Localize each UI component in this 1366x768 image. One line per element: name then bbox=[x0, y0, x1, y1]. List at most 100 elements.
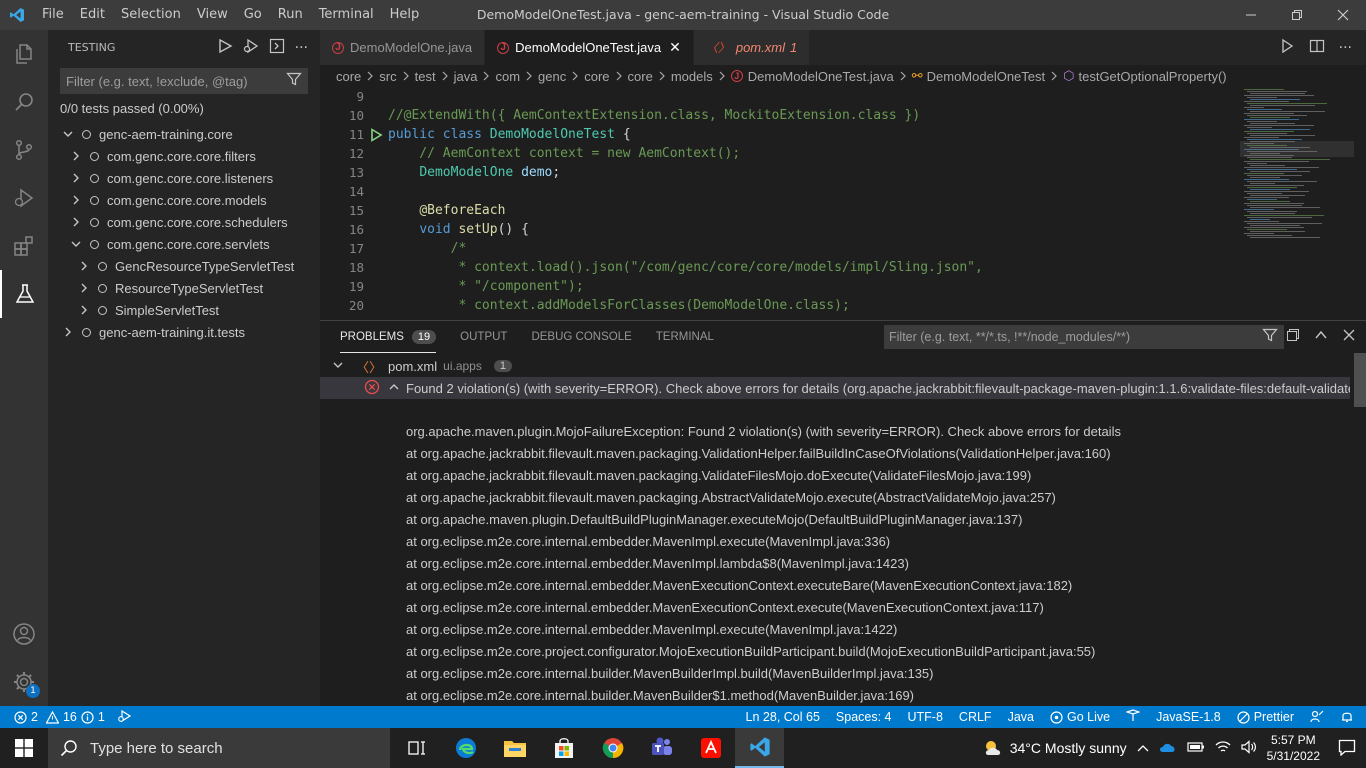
test-filter-input[interactable] bbox=[66, 73, 286, 89]
menu-item-view[interactable]: View bbox=[189, 0, 236, 30]
microsoft-store-icon[interactable] bbox=[539, 728, 588, 768]
panel-scrollbar[interactable] bbox=[1354, 353, 1366, 407]
filter-funnel-icon[interactable] bbox=[286, 71, 302, 91]
code-line[interactable]: 12 // AemContext context = new AemContex… bbox=[320, 144, 1240, 163]
code-line[interactable]: 15 @BeforeEach bbox=[320, 201, 1240, 220]
collapse-all-icon[interactable] bbox=[1286, 328, 1300, 346]
explorer-icon[interactable] bbox=[0, 30, 48, 78]
wifi-icon[interactable] bbox=[1215, 740, 1231, 757]
acrobat-icon[interactable] bbox=[686, 728, 735, 768]
more-actions-icon[interactable]: ··· bbox=[295, 40, 308, 56]
chevron-right-icon[interactable] bbox=[68, 172, 84, 184]
test-tree-item[interactable]: genc-aem-training.it.tests bbox=[48, 321, 320, 343]
test-tree-item[interactable]: com.genc.core.core.schedulers bbox=[48, 211, 320, 233]
code-line[interactable]: 9 bbox=[320, 87, 1240, 106]
editor-more-icon[interactable]: ··· bbox=[1339, 40, 1352, 56]
prettier-button[interactable]: Prettier bbox=[1237, 710, 1294, 724]
run-test-icon[interactable] bbox=[364, 127, 388, 142]
menu-item-selection[interactable]: Selection bbox=[113, 0, 189, 30]
breadcrumb-item[interactable]: core bbox=[628, 69, 653, 84]
breadcrumb-item[interactable]: genc bbox=[538, 69, 566, 84]
chevron-down-icon[interactable] bbox=[68, 238, 84, 250]
taskbar-search[interactable]: Type here to search bbox=[48, 728, 390, 768]
testing-icon[interactable] bbox=[0, 270, 48, 318]
debug-status-icon[interactable] bbox=[117, 709, 131, 726]
indentation[interactable]: Spaces: 4 bbox=[836, 710, 892, 724]
test-tree-item[interactable]: com.genc.core.core.servlets bbox=[48, 233, 320, 255]
minimap[interactable] bbox=[1240, 87, 1354, 316]
chevron-right-icon[interactable] bbox=[76, 260, 92, 272]
maximize-panel-icon[interactable] bbox=[1314, 328, 1328, 346]
line-endings[interactable]: CRLF bbox=[959, 710, 992, 724]
test-tree-item[interactable]: com.genc.core.core.filters bbox=[48, 145, 320, 167]
run-java-icon[interactable] bbox=[1279, 38, 1295, 58]
breadcrumb-item[interactable]: testGetOptionalProperty() bbox=[1078, 69, 1226, 84]
run-all-tests-icon[interactable] bbox=[217, 38, 233, 57]
minimize-button[interactable] bbox=[1228, 0, 1274, 30]
close-tab-icon[interactable]: ✕ bbox=[669, 39, 681, 56]
breadcrumb-item[interactable]: com bbox=[495, 69, 520, 84]
code-line[interactable]: 14 bbox=[320, 182, 1240, 201]
code-line[interactable]: 17 /* bbox=[320, 239, 1240, 258]
breadcrumb-item[interactable]: src bbox=[379, 69, 396, 84]
edge-browser-icon[interactable] bbox=[441, 728, 490, 768]
chevron-right-icon[interactable] bbox=[60, 326, 76, 338]
tab-demomodelone-java[interactable]: J DemoModelOne.java bbox=[320, 30, 486, 65]
code-editor[interactable]: 9 10 //@ExtendWith({ AemContextExtension.c… bbox=[320, 87, 1240, 316]
code-line[interactable]: 16 void setUp() { bbox=[320, 220, 1240, 239]
notification-center-icon[interactable] bbox=[1338, 738, 1356, 759]
taskbar-clock[interactable]: 5:57 PM 5/31/2022 bbox=[1267, 732, 1320, 764]
language-mode[interactable]: Java bbox=[1008, 710, 1034, 724]
show-output-icon[interactable] bbox=[269, 38, 285, 57]
menu-item-edit[interactable]: Edit bbox=[72, 0, 113, 30]
problem-file-row[interactable]: 〈〉 pom.xml ui.apps 1 bbox=[320, 355, 1366, 377]
breadcrumb-item[interactable]: test bbox=[415, 69, 436, 84]
task-view-icon[interactable] bbox=[392, 728, 441, 768]
menu-item-file[interactable]: File bbox=[34, 0, 72, 30]
problems-filter-icon[interactable] bbox=[1256, 327, 1284, 347]
menu-item-run[interactable]: Run bbox=[270, 0, 311, 30]
battery-icon[interactable] bbox=[1187, 740, 1205, 756]
panel-tab-output[interactable]: OUTPUT bbox=[460, 321, 507, 353]
onedrive-icon[interactable] bbox=[1159, 740, 1177, 756]
menu-item-terminal[interactable]: Terminal bbox=[311, 0, 382, 30]
menu-item-go[interactable]: Go bbox=[236, 0, 270, 30]
problems-status[interactable]: 2 16 1 bbox=[14, 710, 105, 724]
problems-filter-input[interactable] bbox=[889, 330, 1256, 344]
menu-item-help[interactable]: Help bbox=[382, 0, 428, 30]
chrome-icon[interactable] bbox=[588, 728, 637, 768]
vscode-taskbar-icon[interactable] bbox=[735, 728, 784, 768]
cursor-position[interactable]: Ln 28, Col 65 bbox=[746, 710, 820, 724]
test-tree-item[interactable]: GencResourceTypeServletTest bbox=[48, 255, 320, 277]
test-tree-item[interactable]: com.genc.core.core.listeners bbox=[48, 167, 320, 189]
chevron-right-icon[interactable] bbox=[76, 282, 92, 294]
test-tree-item[interactable]: SimpleServletTest bbox=[48, 299, 320, 321]
go-live-button[interactable]: Go Live bbox=[1050, 710, 1110, 724]
panel-tab-problems[interactable]: PROBLEMS 19 bbox=[340, 321, 437, 353]
encoding[interactable]: UTF-8 bbox=[908, 710, 943, 724]
manage-gear-icon[interactable]: 1 bbox=[0, 658, 48, 706]
chevron-up-tray-icon[interactable] bbox=[1137, 740, 1149, 756]
volume-icon[interactable] bbox=[1241, 739, 1257, 757]
windows-start-icon[interactable] bbox=[0, 739, 48, 757]
vscode-logo-icon[interactable] bbox=[0, 7, 34, 23]
test-tree-item[interactable]: genc-aem-training.core bbox=[48, 123, 320, 145]
chevron-right-icon[interactable] bbox=[68, 216, 84, 228]
tab-demomodelonetest-java[interactable]: J DemoModelOneTest.java ✕ bbox=[485, 30, 694, 65]
close-window-button[interactable] bbox=[1320, 0, 1366, 30]
breadcrumb-item[interactable]: core bbox=[584, 69, 609, 84]
code-line[interactable]: 20 * context.addModelsForClasses(DemoMod… bbox=[320, 296, 1240, 315]
code-line[interactable]: 11 public class DemoModelOneTest { bbox=[320, 125, 1240, 144]
chevron-right-icon[interactable] bbox=[68, 150, 84, 162]
chevron-down-icon[interactable] bbox=[60, 128, 76, 140]
debug-all-tests-icon[interactable] bbox=[243, 38, 259, 57]
panel-tab-terminal[interactable]: TERMINAL bbox=[656, 321, 714, 353]
run-debug-icon[interactable] bbox=[0, 174, 48, 222]
restore-button[interactable] bbox=[1274, 0, 1320, 30]
code-line[interactable]: 18 * context.load().json("/com/genc/core… bbox=[320, 258, 1240, 277]
breadcrumb-item[interactable]: DemoModelOneTest bbox=[927, 69, 1046, 84]
notifications-bell-icon[interactable] bbox=[1340, 709, 1354, 726]
extensions-icon[interactable] bbox=[0, 222, 48, 270]
search-icon[interactable] bbox=[0, 78, 48, 126]
chevron-right-icon[interactable] bbox=[76, 304, 92, 316]
